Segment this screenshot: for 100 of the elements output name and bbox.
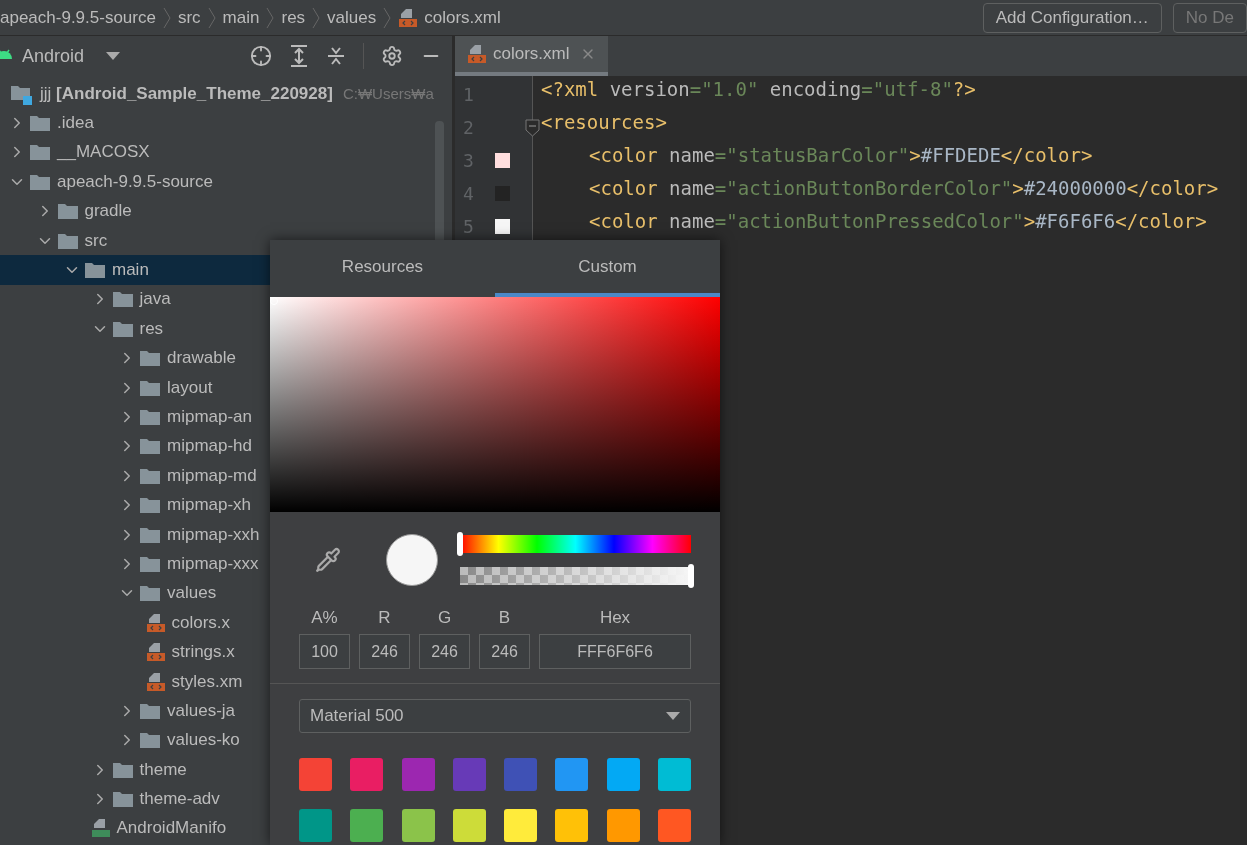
project-view-selector[interactable]: Android — [22, 45, 85, 67]
palette-swatch[interactable] — [452, 758, 486, 791]
tree-item[interactable]: mipmap-an — [0, 402, 452, 432]
tree-item[interactable]: mipmap-xxx — [0, 549, 452, 579]
breadcrumb[interactable]: values — [327, 7, 377, 28]
palette-swatch[interactable] — [555, 809, 589, 842]
tree-item-label: values-ja — [167, 700, 236, 721]
palette-swatch[interactable] — [401, 809, 435, 842]
folder-icon — [139, 437, 161, 456]
picker-tab[interactable]: Resources — [270, 240, 495, 297]
palette-swatch[interactable] — [350, 758, 384, 791]
toolbar-button[interactable]: Add Configuration… — [982, 2, 1162, 33]
tree-item-label: java — [139, 289, 171, 310]
expand-all-icon[interactable] — [289, 45, 309, 67]
field-label: R — [378, 608, 391, 628]
tree-item[interactable]: mipmap-md — [0, 461, 452, 491]
hue-slider[interactable] — [460, 534, 691, 553]
tree-item-label: .idea — [57, 113, 94, 134]
tree-item[interactable]: apeach-9.9.5-source — [0, 167, 452, 197]
eyedropper-icon[interactable] — [315, 546, 341, 573]
picker-tab[interactable]: Custom — [495, 240, 720, 297]
folder-icon — [139, 554, 161, 573]
alpha-slider[interactable] — [460, 566, 691, 585]
palette-swatch[interactable] — [606, 809, 640, 842]
color-swatch[interactable] — [495, 153, 510, 168]
breadcrumb[interactable]: main — [222, 7, 260, 28]
folder-icon — [29, 143, 51, 162]
tree-item[interactable]: layout — [0, 372, 452, 403]
xml-file-icon — [398, 7, 419, 28]
folder-icon — [56, 202, 79, 221]
palette-swatch[interactable] — [452, 809, 486, 842]
folder-icon — [139, 378, 161, 397]
palette-swatch[interactable] — [657, 758, 691, 791]
tree-item[interactable]: jjj [Android_Sample_Theme_220928] C:₩Users₩a — [0, 79, 452, 109]
palette-swatch[interactable] — [555, 758, 589, 791]
editor-tab[interactable]: colors.xml — [455, 36, 608, 76]
palette-dropdown[interactable]: Material 500 — [299, 699, 691, 733]
tree-item[interactable]: theme — [0, 755, 452, 785]
breadcrumb[interactable]: apeach-9.9.5-source — [0, 7, 156, 28]
tree-item-label: strings.x — [171, 642, 235, 663]
tree-item[interactable]: gradle — [0, 196, 452, 226]
tree-item[interactable]: mipmap-xh — [0, 490, 452, 520]
tree-item-label: gradle — [84, 201, 132, 222]
caret-icon[interactable] — [106, 52, 121, 60]
palette-swatch[interactable] — [504, 809, 538, 842]
palette-swatch[interactable] — [350, 809, 384, 842]
fold-marker-icon[interactable] — [525, 118, 540, 137]
input-field[interactable]: FFF6F6F6 — [539, 634, 691, 669]
tree-item[interactable]: drawable — [0, 343, 452, 373]
palette-swatch[interactable] — [299, 809, 332, 842]
tree-item-label: values-ko — [167, 730, 240, 751]
palette-swatch[interactable] — [504, 758, 538, 791]
tree-item-label: mipmap-an — [167, 407, 253, 427]
folder-icon — [139, 584, 161, 603]
tree-item-label: theme — [139, 759, 187, 780]
saturation-field[interactable] — [270, 297, 720, 512]
input-field[interactable]: 246 — [479, 634, 530, 669]
folder-icon — [29, 114, 51, 133]
breadcrumb[interactable]: src — [177, 7, 201, 28]
xml-file-icon — [145, 671, 166, 692]
folder-icon — [111, 760, 134, 779]
tree-item[interactable]: __MACOSX — [0, 137, 452, 168]
breadcrumb[interactable]: res — [281, 7, 306, 28]
breadcrumb[interactable]: colors.xml — [424, 7, 501, 28]
input-field[interactable]: 246 — [359, 634, 410, 669]
folder-icon — [139, 408, 161, 426]
chevron-right-icon — [311, 5, 322, 30]
tree-item[interactable]: mipmap-hd — [0, 431, 452, 462]
palette-swatch[interactable] — [606, 758, 640, 791]
tree-item-label: __MACOSX — [57, 142, 150, 163]
tree-item[interactable]: mipmap-xxh — [0, 519, 452, 550]
folder-icon — [111, 790, 134, 809]
tree-item[interactable]: styles.xm — [0, 666, 452, 697]
folder-icon — [139, 731, 161, 750]
tree-item-label: mipmap-xh — [167, 495, 252, 516]
locate-icon[interactable] — [250, 45, 272, 67]
input-field[interactable]: 246 — [419, 634, 470, 669]
tree-item-label: drawable — [167, 348, 236, 369]
tree-item[interactable]: AndroidManifo — [0, 813, 452, 844]
folder-icon — [29, 172, 51, 191]
slider-thumb[interactable] — [457, 531, 463, 556]
tree-item-label: mipmap-hd — [167, 436, 253, 457]
field-label: A% — [311, 608, 338, 628]
code-line: <?xml version="1.0" encoding="utf-8"?> — [541, 78, 976, 102]
tree-item-label: jjj [Android_Sample_Theme_220928] — [40, 83, 333, 104]
settings-icon[interactable] — [381, 45, 403, 67]
color-swatch[interactable] — [495, 219, 510, 234]
input-field[interactable]: 100 — [299, 634, 350, 669]
collapse-all-icon[interactable] — [326, 45, 346, 67]
palette-swatch[interactable] — [657, 809, 691, 842]
tree-item[interactable]: res — [0, 314, 452, 344]
tree-item[interactable]: values — [0, 578, 452, 609]
code-line: <resources> — [541, 111, 667, 135]
palette-swatch[interactable] — [299, 758, 332, 791]
tree-item[interactable]: theme-adv — [0, 784, 452, 814]
folder-icon — [139, 525, 161, 544]
tree-item[interactable]: .idea — [0, 108, 452, 138]
palette-swatch[interactable] — [401, 758, 435, 791]
code-line: <color name="statusBarColor">#FFDEDE</color> — [588, 144, 1093, 168]
slider-thumb[interactable] — [688, 563, 694, 588]
